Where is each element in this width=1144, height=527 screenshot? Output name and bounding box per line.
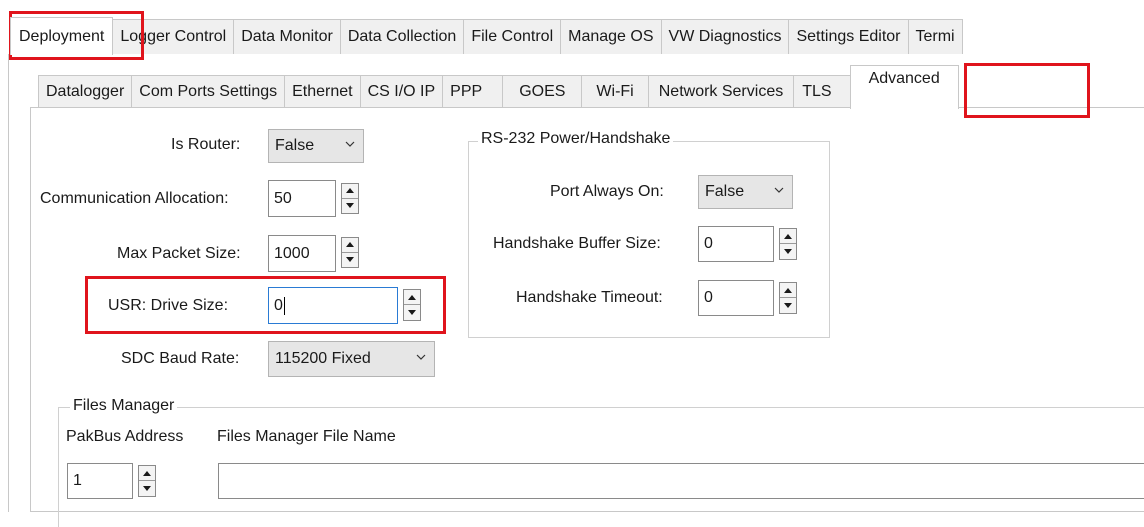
spin-down-icon[interactable]: [780, 298, 796, 313]
subtab-advanced[interactable]: Advanced: [849, 65, 959, 109]
max-packet-label: Max Packet Size:: [117, 245, 241, 262]
chevron-down-icon: [416, 352, 426, 362]
handshake-timeout-label: Handshake Timeout:: [516, 289, 663, 306]
pakbus-address-input[interactable]: 1: [67, 463, 133, 499]
spin-down-icon[interactable]: [139, 481, 155, 496]
tab-manage-os[interactable]: Manage OS: [560, 19, 662, 54]
usr-drive-value: 0: [274, 296, 283, 314]
tab-data-monitor[interactable]: Data Monitor: [233, 19, 341, 54]
spin-up-icon[interactable]: [342, 238, 358, 253]
handshake-buffer-input[interactable]: 0: [698, 226, 774, 262]
subtab-wifi[interactable]: Wi-Fi: [581, 75, 649, 108]
spin-down-icon[interactable]: [342, 199, 358, 214]
tab-data-collection[interactable]: Data Collection: [339, 19, 465, 54]
sdc-baud-select[interactable]: 115200 Fixed: [268, 341, 435, 377]
rs232-title: RS-232 Power/Handshake: [478, 130, 674, 148]
port-always-on-label: Port Always On:: [550, 183, 664, 200]
subtab-com-ports-settings[interactable]: Com Ports Settings: [131, 75, 286, 108]
port-always-on-select[interactable]: False: [698, 175, 793, 209]
usr-drive-input[interactable]: 0: [268, 287, 398, 324]
subtab-network-services[interactable]: Network Services: [647, 75, 795, 108]
spin-down-icon[interactable]: [780, 244, 796, 259]
subtab-cs-io-ip[interactable]: CS I/O IP: [359, 75, 444, 108]
main-tab-bar: Deployment Logger Control Data Monitor D…: [10, 17, 963, 55]
spin-up-icon[interactable]: [780, 229, 796, 244]
sub-tab-bar: Datalogger Com Ports Settings Ethernet C…: [38, 65, 959, 109]
files-manager-filename-input[interactable]: [218, 463, 1144, 499]
comm-alloc-spinner[interactable]: [341, 183, 359, 214]
files-manager-filename-header: Files Manager File Name: [217, 428, 396, 445]
sdc-baud-value: 115200 Fixed: [275, 350, 371, 367]
spin-up-icon[interactable]: [139, 466, 155, 481]
tab-vw-diagnostics[interactable]: VW Diagnostics: [660, 19, 790, 54]
max-packet-spinner[interactable]: [341, 237, 359, 268]
max-packet-input[interactable]: 1000: [268, 235, 336, 272]
handshake-buffer-spinner[interactable]: [779, 228, 797, 260]
pakbus-address-spinner[interactable]: [138, 465, 156, 497]
spin-up-icon[interactable]: [780, 283, 796, 298]
tab-settings-editor[interactable]: Settings Editor: [788, 19, 909, 54]
subtab-datalogger[interactable]: Datalogger: [38, 75, 133, 108]
is-router-value: False: [275, 137, 315, 154]
is-router-select[interactable]: False: [268, 129, 364, 163]
usr-drive-label: USR: Drive Size:: [108, 297, 229, 314]
subtab-goes[interactable]: GOES: [502, 75, 583, 108]
pakbus-address-header: PakBus Address: [66, 428, 184, 445]
spin-down-icon[interactable]: [404, 305, 420, 320]
usr-drive-spinner[interactable]: [403, 289, 421, 321]
spin-up-icon[interactable]: [342, 184, 358, 199]
files-manager-title: Files Manager: [70, 397, 178, 415]
chevron-down-icon: [774, 185, 784, 195]
chevron-down-icon: [345, 139, 355, 149]
tab-logger-control[interactable]: Logger Control: [112, 19, 235, 54]
subtab-ethernet[interactable]: Ethernet: [284, 75, 361, 108]
text-caret: [283, 296, 285, 315]
sdc-baud-label: SDC Baud Rate:: [121, 350, 240, 367]
port-always-on-value: False: [705, 183, 745, 200]
tab-file-control[interactable]: File Control: [463, 19, 562, 54]
tab-deployment[interactable]: Deployment: [10, 17, 114, 55]
handshake-timeout-input[interactable]: 0: [698, 280, 774, 316]
subtab-tls[interactable]: TLS: [793, 75, 851, 108]
is-router-label: Is Router:: [171, 136, 241, 153]
spin-down-icon[interactable]: [342, 253, 358, 268]
handshake-timeout-spinner[interactable]: [779, 282, 797, 314]
handshake-buffer-label: Handshake Buffer Size:: [493, 235, 661, 252]
tab-terminal[interactable]: Termi: [907, 19, 963, 54]
comm-alloc-input[interactable]: 50: [268, 180, 336, 217]
spin-up-icon[interactable]: [404, 290, 420, 305]
subtab-ppp[interactable]: PPP: [442, 75, 504, 108]
comm-alloc-label: Communication Allocation:: [40, 190, 229, 207]
